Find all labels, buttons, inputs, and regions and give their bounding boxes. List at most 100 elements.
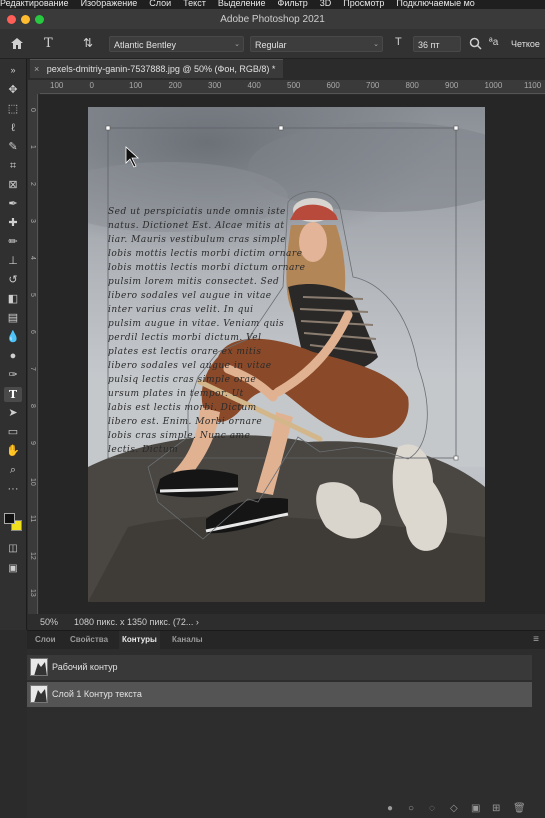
load-selection-icon[interactable]: ◌: [429, 803, 435, 815]
horizontal-ruler: 100 0 100 200 300 400 500 600 700 800 900 1000 1100: [40, 80, 545, 94]
menu-item[interactable]: Текст: [183, 0, 206, 8]
new-path-icon[interactable]: ⊞: [492, 803, 500, 815]
healing-brush-icon[interactable]: ✚: [4, 216, 22, 231]
path-selection-icon[interactable]: ➤: [4, 406, 22, 421]
ruler-tick-label: 13: [29, 589, 36, 597]
type-tool-icon[interactable]: T: [44, 37, 53, 50]
history-brush-icon[interactable]: ↺: [4, 273, 22, 288]
canvas-text-line: natus. Dictionet Est. Alcae mitis at: [108, 221, 285, 231]
canvas-text-line: Sed ut perspiciatis unde omnis iste: [108, 207, 286, 217]
menu-item[interactable]: Слои: [149, 0, 171, 8]
panel-menu-icon[interactable]: ≡: [533, 634, 539, 645]
zoom-level[interactable]: 50%: [40, 614, 58, 630]
rectangle-tool-icon[interactable]: ▭: [4, 425, 22, 440]
stroke-path-icon[interactable]: ○: [408, 803, 414, 815]
window-title: Adobe Photoshop 2021: [220, 14, 325, 25]
canvas-text-line: libero sodales vel augue in vitae: [108, 361, 272, 371]
path-row[interactable]: Рабочий контур: [27, 655, 532, 680]
ruler-tick-label: 7: [29, 367, 36, 371]
blur-tool-icon[interactable]: 💧: [4, 330, 22, 345]
ruler-tick-label: 0: [29, 108, 36, 112]
frame-tool-icon[interactable]: ⊠: [4, 178, 22, 193]
canvas-text-line: ursum plates in tempor. Ut: [108, 389, 244, 399]
ruler-tick-label: 9: [29, 441, 36, 445]
trash-icon[interactable]: 🗑: [513, 803, 526, 815]
pen-tool-icon[interactable]: ✑: [4, 368, 22, 383]
quick-mask-icon[interactable]: ◫: [4, 541, 22, 556]
panel-tab[interactable]: Свойства: [67, 631, 111, 649]
text-orientation-icon[interactable]: ⇅: [83, 37, 93, 49]
ruler-tick-label: 300: [208, 81, 222, 90]
hand-tool-icon[interactable]: ✋: [4, 444, 22, 459]
stamp-tool-icon[interactable]: ⊥: [4, 254, 22, 269]
ruler-tick-label: 200: [168, 81, 182, 90]
canvas-text-line: plates est lectis orare ex mitis: [108, 347, 262, 357]
menu-item[interactable]: Выделение: [218, 0, 266, 8]
gradient-tool-icon[interactable]: ▤: [4, 311, 22, 326]
screen-mode-icon[interactable]: ▣: [4, 561, 22, 576]
canvas-text-line: liar. Mauris vestibulum cras simple: [108, 235, 287, 245]
paths-panel-footer: ● ○ ◌ ◇ ▣ ⊞ 🗑: [387, 803, 542, 815]
canvas-text-line: libero est. Enim. Morbi ornare: [108, 417, 263, 427]
add-mask-icon[interactable]: ▣: [471, 803, 480, 815]
options-bar: T ⇅ Atlantic Bentley ⌄ Regular ⌄ T 36 пт…: [0, 29, 545, 59]
document-tab[interactable]: × pexels-dmitriy-ganin-7537888.jpg @ 50%…: [30, 59, 284, 78]
dodge-tool-icon[interactable]: ●: [4, 349, 22, 364]
type-tool-icon[interactable]: T: [4, 387, 22, 402]
ruler-tick-label: 8: [29, 404, 36, 408]
path-row[interactable]: Слой 1 Контур текста: [27, 682, 532, 707]
paths-panel-group: Слои Свойства Контуры Каналы ≡ Рабочий конт…: [27, 630, 545, 818]
crop-tool-icon[interactable]: ⌗: [4, 159, 22, 174]
more-tools-icon[interactable]: ···: [4, 482, 22, 497]
document-size[interactable]: 1080 пикс. x 1350 пикс. (72... ›: [74, 614, 199, 630]
zoom-tool-icon[interactable]: ⌕: [4, 463, 22, 478]
quick-selection-icon[interactable]: ✎: [4, 140, 22, 155]
search-icon[interactable]: [469, 37, 482, 52]
close-icon[interactable]: ×: [34, 64, 39, 74]
panel-tab[interactable]: Каналы: [169, 631, 206, 649]
move-tool-icon[interactable]: ✥: [4, 83, 22, 98]
eraser-tool-icon[interactable]: ◧: [4, 292, 22, 307]
font-size-value: 36 пт: [418, 40, 440, 50]
menu-item[interactable]: Подключаемые мо: [396, 0, 474, 8]
menu-item[interactable]: Просмотр: [343, 0, 384, 8]
canvas-text-line: lobis cras simple. Nunc ame: [108, 431, 251, 441]
menu-item[interactable]: 3D: [320, 0, 332, 8]
ruler-tick-label: 500: [287, 81, 301, 90]
canvas-area[interactable]: Sed ut perspiciatis unde omnis iste natus…: [39, 95, 545, 614]
font-style-dropdown[interactable]: Regular ⌄: [250, 36, 383, 52]
ruler-tick-label: 2: [29, 182, 36, 186]
panel-tab[interactable]: Слои: [32, 631, 59, 649]
menu-item[interactable]: Изображение: [81, 0, 138, 8]
font-size-icon: T: [395, 36, 402, 48]
marquee-tool-icon[interactable]: ⬚: [4, 102, 22, 117]
font-family-dropdown[interactable]: Atlantic Bentley ⌄: [109, 36, 244, 52]
ruler-tick-label: 900: [445, 81, 459, 90]
eyedropper-icon[interactable]: ✒: [4, 197, 22, 212]
status-bar: 50% 1080 пикс. x 1350 пикс. (72... ›: [28, 614, 545, 630]
font-family-value: Atlantic Bentley: [114, 40, 177, 50]
brush-tool-icon[interactable]: ✏: [4, 235, 22, 250]
canvas-text-line: pulsim augue in vitae. Veniam quis: [108, 319, 285, 329]
canvas-text-line: perdil lectis morbi dictum. Vel: [108, 333, 262, 343]
foreground-color-swatch[interactable]: [4, 513, 15, 524]
ruler-tick-label: 400: [247, 81, 261, 90]
home-icon[interactable]: [10, 37, 24, 52]
antialias-dropdown[interactable]: Четкое: [511, 36, 545, 52]
ruler-tick-label: 1: [29, 145, 36, 149]
path-thumbnail: [30, 658, 48, 676]
menu-item[interactable]: Фильтр: [278, 0, 308, 8]
document-canvas[interactable]: Sed ut perspiciatis unde omnis iste natus…: [88, 107, 485, 602]
ruler-tick-label: 5: [29, 293, 36, 297]
make-path-icon[interactable]: ◇: [450, 803, 458, 815]
lasso-tool-icon[interactable]: ℓ: [4, 121, 22, 136]
panel-tab[interactable]: Контуры: [119, 631, 160, 649]
toolbar-collapse-icon[interactable]: »: [4, 63, 22, 78]
menu-item[interactable]: Редактирование: [0, 0, 69, 8]
fill-path-icon[interactable]: ●: [387, 803, 393, 815]
font-size-dropdown[interactable]: 36 пт: [413, 36, 461, 52]
antialias-value: Четкое: [511, 39, 540, 49]
panel-tabs: Слои Свойства Контуры Каналы: [27, 631, 545, 649]
ruler-tick-label: 1100: [524, 81, 542, 90]
ruler-corner: [28, 80, 40, 94]
